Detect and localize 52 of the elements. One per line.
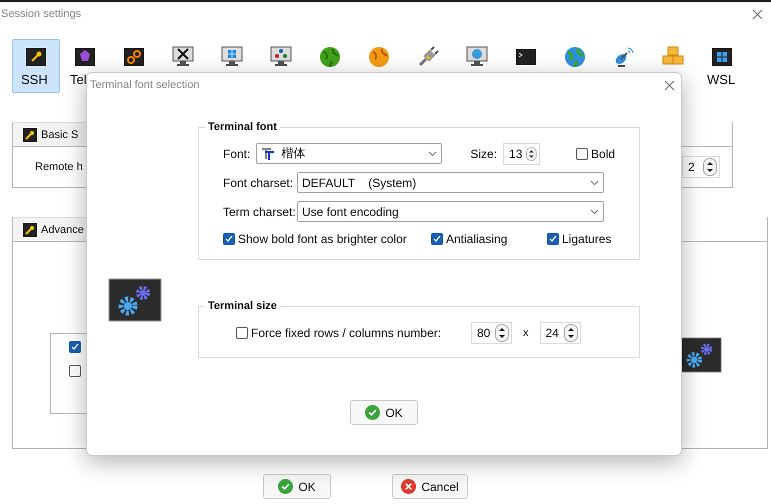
gears-icon xyxy=(108,278,162,322)
cancel-icon xyxy=(401,479,416,494)
checkbox[interactable] xyxy=(69,341,81,353)
force-size-checkbox[interactable]: Force fixed rows / columns number: xyxy=(236,326,465,340)
spinner-arrows-icon[interactable] xyxy=(495,324,509,342)
checkbox[interactable] xyxy=(236,326,248,338)
size-spinner[interactable]: 13 xyxy=(503,142,540,164)
field-label: Font charset: xyxy=(223,176,291,190)
dropdown-caret-icon xyxy=(590,180,599,186)
ok-button[interactable]: OK xyxy=(350,400,418,425)
spinner-arrows-icon[interactable] xyxy=(526,144,538,162)
key-icon xyxy=(23,128,37,142)
check-icon xyxy=(365,405,380,420)
key-icon xyxy=(23,222,37,236)
spinner-arrows-icon[interactable] xyxy=(703,158,717,176)
font-type-icon xyxy=(261,147,276,160)
bold-checkbox[interactable]: Bold xyxy=(576,146,616,160)
group-title: Terminal size xyxy=(207,300,278,312)
globe-icon xyxy=(366,44,392,70)
columns-spinner[interactable]: 80 xyxy=(471,322,512,344)
dropdown-caret-icon xyxy=(590,208,599,214)
window-title: Session settings xyxy=(1,8,82,20)
dropdown-caret-icon xyxy=(428,150,438,156)
field-label: Remote h xyxy=(35,161,83,173)
option-checkbox[interactable]: Antialiasing xyxy=(431,232,541,246)
font-charset-select[interactable]: DEFAULT (System) xyxy=(297,172,604,193)
field-label: Font: xyxy=(223,146,250,160)
checkbox[interactable] xyxy=(223,233,235,245)
spinner-arrows-icon[interactable] xyxy=(564,324,578,342)
cancel-button[interactable]: Cancel xyxy=(392,474,468,499)
checkbox[interactable] xyxy=(576,148,588,160)
term-charset-select[interactable]: Use font encoding xyxy=(297,201,604,222)
group-title: Terminal font xyxy=(207,121,278,133)
port-spinner[interactable]: 2 xyxy=(682,156,720,178)
ok-button[interactable]: OK xyxy=(263,474,331,499)
field-label: Size: xyxy=(470,146,498,160)
session-type-button[interactable]: SSH xyxy=(12,39,60,93)
checkbox[interactable] xyxy=(547,233,559,245)
option-checkbox[interactable]: Ligatures xyxy=(547,232,627,246)
rows-spinner[interactable]: 24 xyxy=(540,322,580,344)
close-icon[interactable] xyxy=(752,8,763,20)
checkbox[interactable] xyxy=(431,233,443,245)
globe-icon xyxy=(317,44,343,70)
dialog-title: Terminal font selection xyxy=(90,79,200,91)
checkbox[interactable] xyxy=(69,365,81,377)
option-checkbox[interactable]: Show bold font as brighter color xyxy=(223,232,425,246)
font-select[interactable]: 楷体 xyxy=(256,143,442,164)
globe-icon xyxy=(562,44,588,70)
session-type-button[interactable]: WSL xyxy=(698,39,746,93)
separator-text: x xyxy=(523,326,528,338)
check-icon xyxy=(278,479,294,494)
close-icon[interactable] xyxy=(664,80,675,90)
